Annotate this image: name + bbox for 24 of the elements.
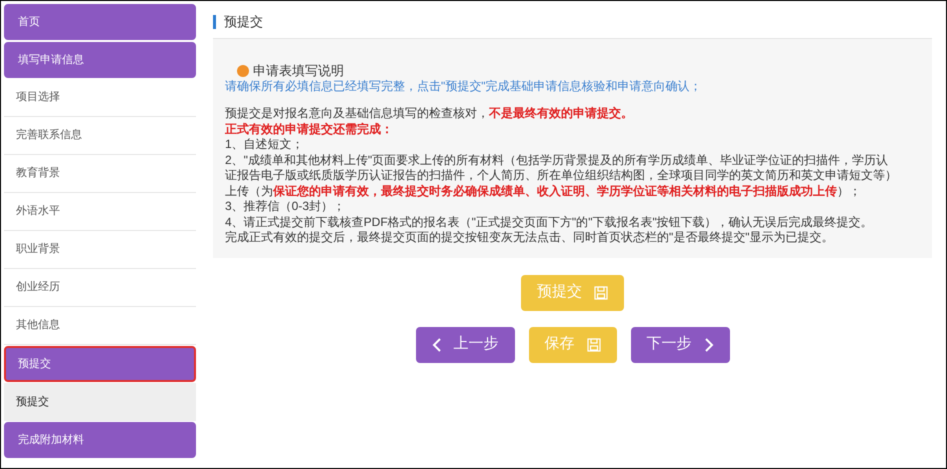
sidebar-group[interactable]: 首页 (4, 4, 196, 40)
chevron-right-icon (704, 336, 714, 352)
help-icon (237, 64, 249, 77)
sidebar-item[interactable]: 预提交 (4, 383, 196, 421)
sidebar-group[interactable]: 预提交 (4, 346, 196, 382)
save-icon (594, 286, 608, 300)
instruction-line: 上传（为保证您的申请有效，最终提交时务必确保成绩单、收入证明、学历学位证等相关材料的电子扫描版成功上传）； (225, 184, 862, 199)
sidebar-group[interactable]: 填写申请信息 (4, 42, 196, 78)
instruction-line: 1、自述短文； (225, 137, 305, 152)
chevron-left-icon (432, 336, 442, 352)
instruction-line: 证报告电子版或纸质版学历认证报告的扫描件，个人简历、所在单位组织结构图，全球项目同学的英文简历和英文申请短文等） (225, 168, 898, 184)
instruction-line: 完成正式有效的提交后，最终提交页面的提交按钮变灰无法点击、同时首页状态栏的"是否最终提交"显示为已提交。 (225, 230, 835, 246)
instruction-line: 正式有效的申请提交还需完成： (225, 122, 394, 137)
previous-button[interactable]: 上一步 (416, 326, 514, 362)
next-button[interactable]: 下一步 (630, 326, 730, 362)
instruction-line: 4、请正式提交前下载核查PDF格式的报名表（"正式提交页面下方"的"下载报名表"按钮下载），确认无误后完成最终提交。 (225, 214, 874, 230)
instruction-line: 3、推荐信（0-3封）； (225, 199, 346, 214)
save-icon (586, 338, 600, 352)
instruction-line: 2、"成绩单和其他材料上传"页面要求上传的所有材料（包括学历背景提及的所有学历成绩单、毕业证学位证的扫描件，学历认 (225, 152, 890, 168)
notice-text: 请确保所有必填信息已经填写完整，点击"预提交"完成基础申请信息核验和申请意向确认； (225, 78, 703, 94)
notice-heading: 申请表填写说明 (253, 63, 344, 78)
instruction-line: 预提交是对报名意向及基础信息填写的检查核对，不是最终有效的申请提交。 (225, 106, 634, 122)
sidebar-group[interactable]: 完成附加材料 (4, 422, 196, 458)
page-title: 预提交 (224, 12, 263, 31)
